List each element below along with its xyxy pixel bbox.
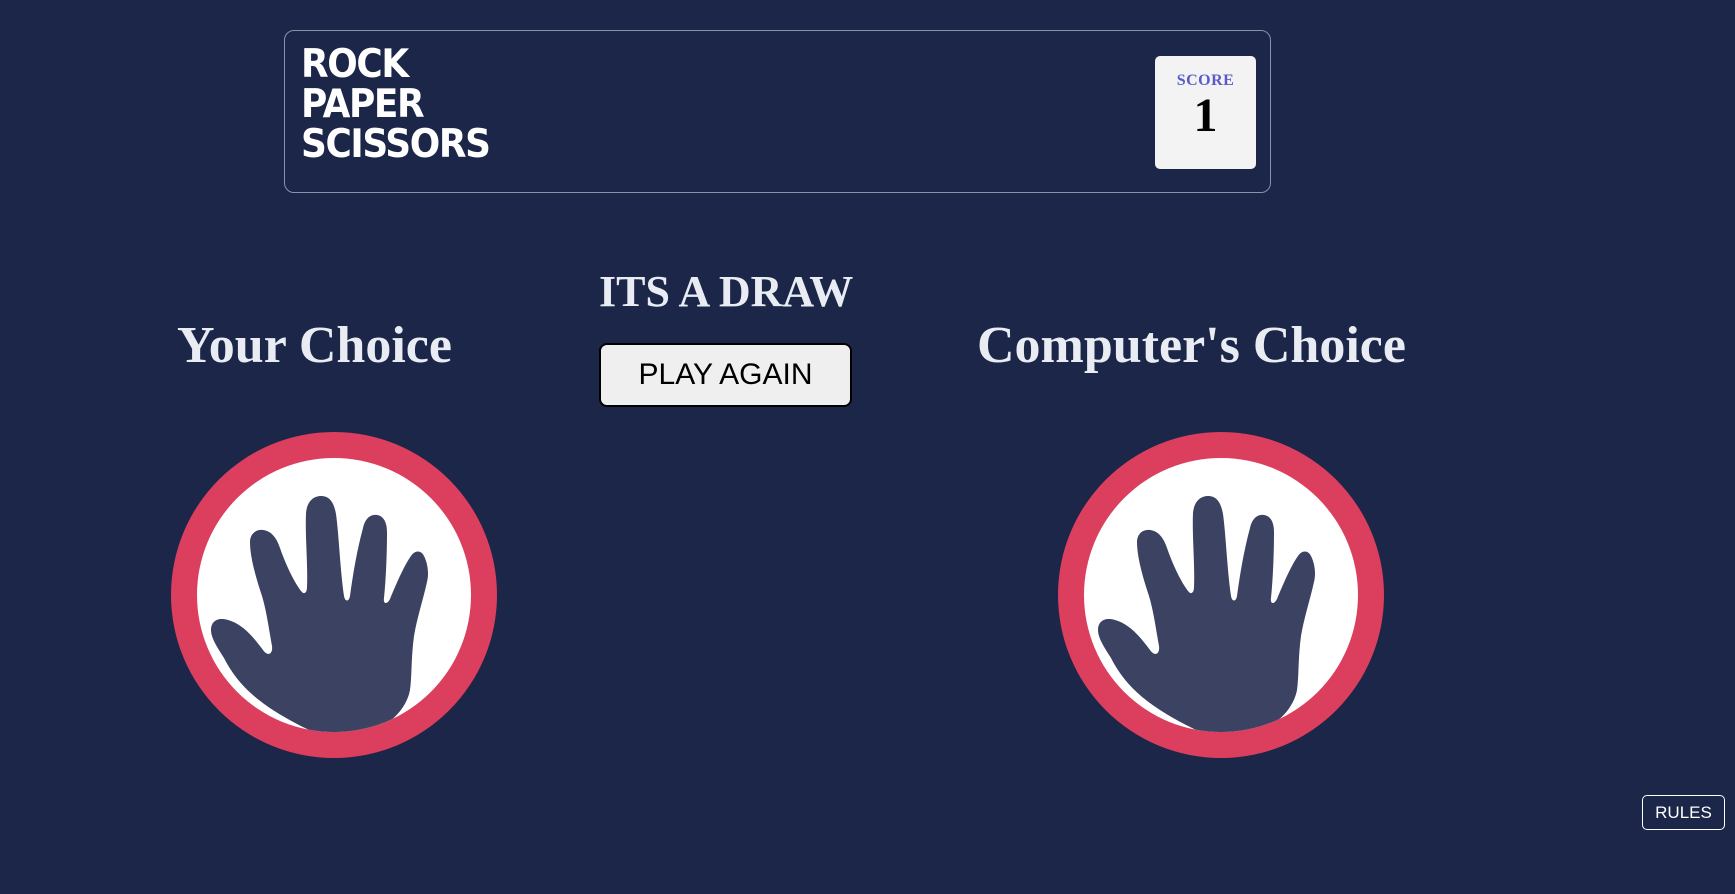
rules-button[interactable]: RULES <box>1642 795 1725 830</box>
your-choice-token-face <box>197 458 471 732</box>
logo-line-paper: PAPER <box>301 82 425 127</box>
paper-hand-icon <box>1098 496 1315 732</box>
paper-hand-icon <box>211 496 428 732</box>
logo-line-rock: ROCK <box>301 42 409 87</box>
play-again-button[interactable]: PLAY AGAIN <box>599 343 852 407</box>
computer-choice-token <box>1058 432 1384 758</box>
your-choice-token <box>171 432 497 758</box>
your-choice-title: Your Choice <box>177 317 452 374</box>
result-text: ITS A DRAW <box>599 267 854 316</box>
score-value: 1 <box>1193 89 1218 142</box>
computer-choice-title: Computer's Choice <box>977 317 1406 374</box>
logo-line-scissors: SCISSORS <box>301 122 491 167</box>
header-bar: ROCK PAPER SCISSORS SCORE 1 <box>284 30 1271 193</box>
game-logo: ROCK PAPER SCISSORS <box>301 42 491 167</box>
score-label: SCORE <box>1176 72 1235 89</box>
game-page: ROCK PAPER SCISSORS SCORE 1 Your Choice … <box>0 0 1735 894</box>
score-box: SCORE 1 <box>1155 56 1256 169</box>
computer-choice-token-face <box>1084 458 1358 732</box>
